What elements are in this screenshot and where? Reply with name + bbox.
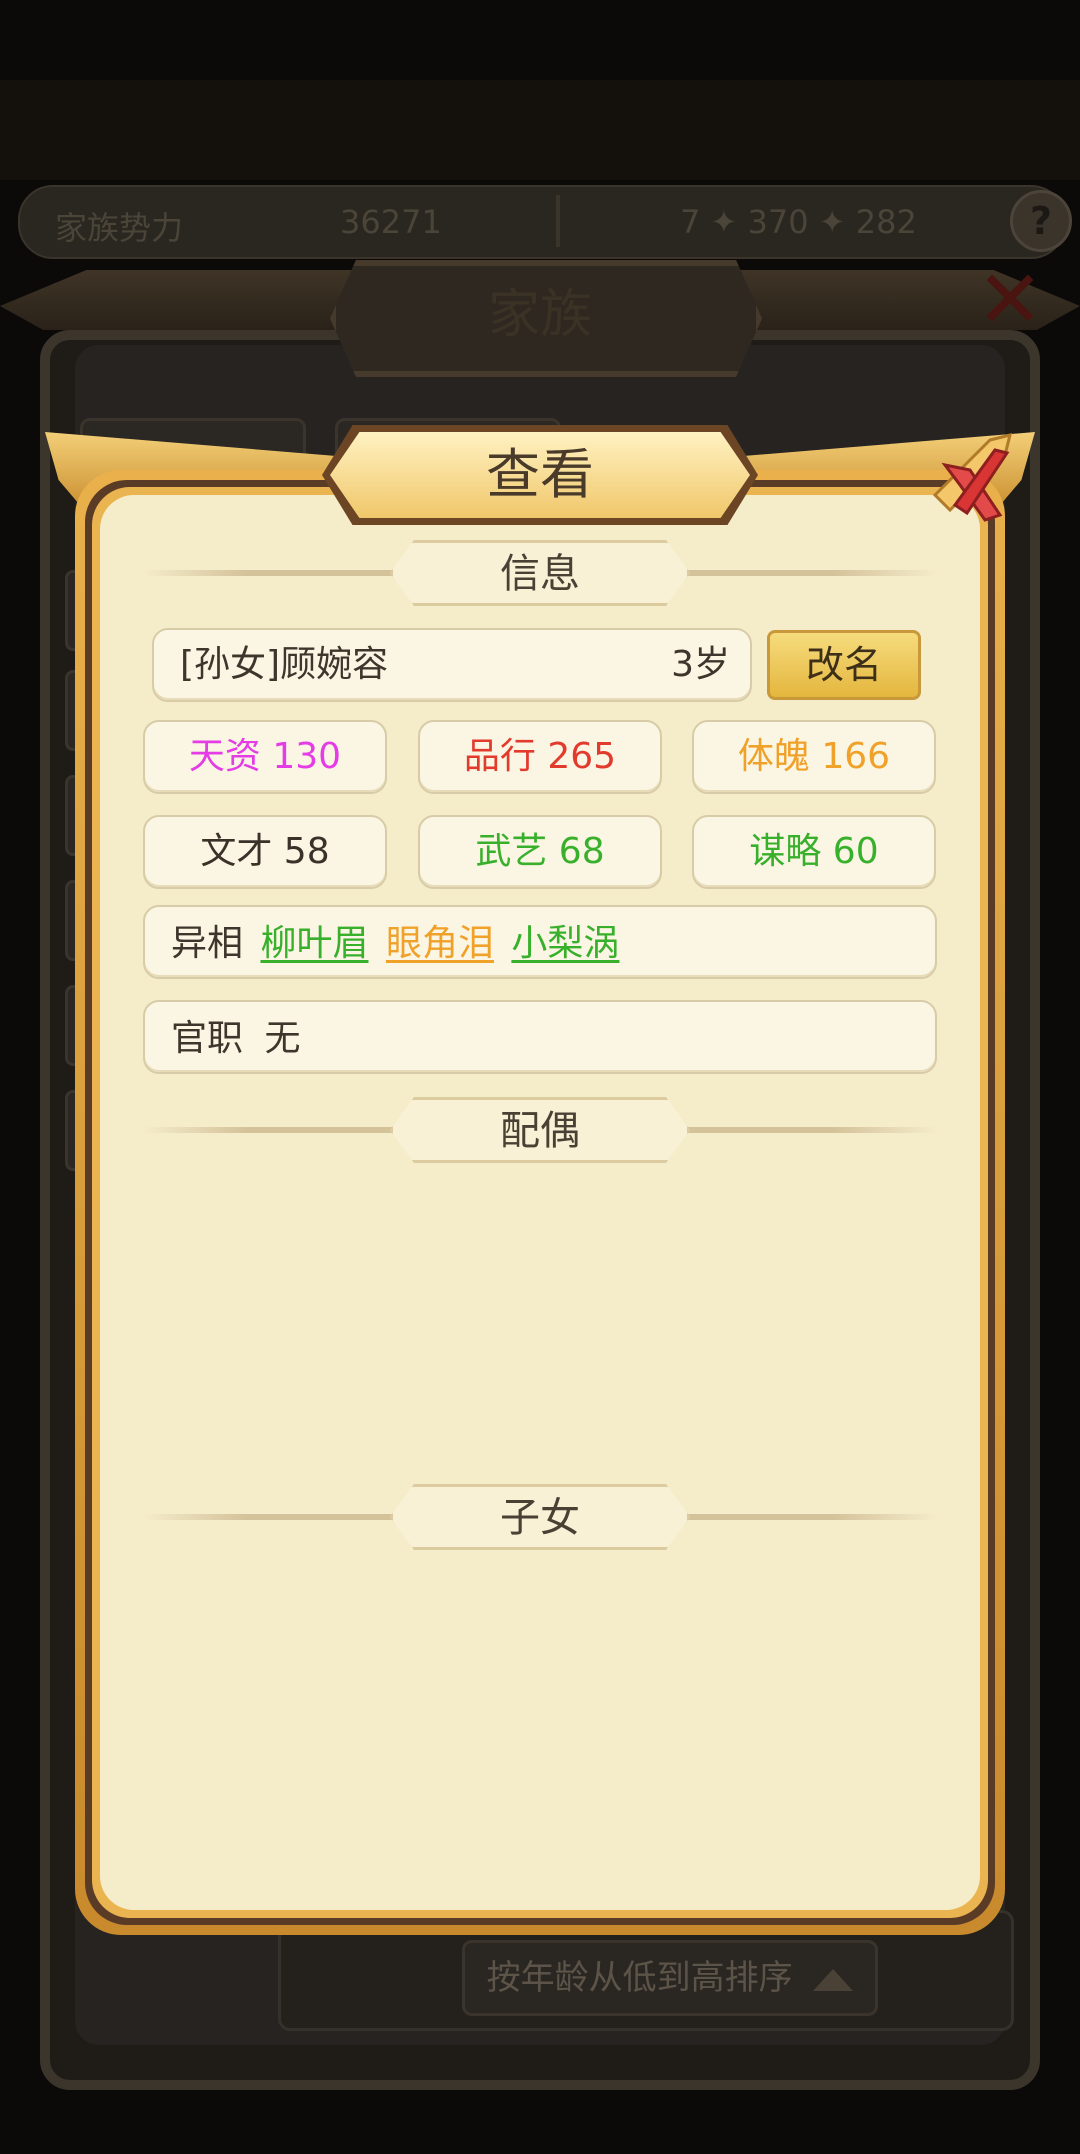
section-divider: [677, 570, 937, 576]
section-divider: [143, 570, 403, 576]
member-name: [孙女]顾婉容: [180, 644, 389, 685]
help-icon[interactable]: ?: [1010, 190, 1072, 252]
stat-aptitude: 天资 130: [143, 720, 387, 794]
dialog-body: [100, 495, 980, 1910]
section-divider: [677, 1127, 937, 1133]
clan-power-label: 家族势力: [55, 209, 184, 247]
family-close-icon[interactable]: ✕: [965, 255, 1055, 345]
traits-row: 异相 柳叶眉 眼角泪 小梨涡: [171, 907, 619, 981]
resource-counts: 7 ✦ 370 ✦ 282: [680, 203, 917, 241]
resource-divider: [556, 195, 560, 247]
rename-button[interactable]: 改名: [767, 630, 921, 700]
section-header-info: 信息: [390, 540, 690, 606]
stat-martial: 武艺 68: [418, 815, 662, 889]
close-icon[interactable]: [915, 425, 1025, 535]
member-age: 3岁: [671, 644, 730, 685]
stat-literary: 文才 58: [143, 815, 387, 889]
clan-power-value: 36271: [340, 203, 442, 241]
sort-button-label: 按年龄从低到高排序: [486, 1958, 793, 1998]
section-divider: [143, 1514, 403, 1520]
trait-link[interactable]: 眼角泪: [386, 923, 494, 964]
section-divider: [677, 1514, 937, 1520]
stat-strategy: 谋略 60: [692, 815, 936, 889]
stat-physique: 体魄 166: [692, 720, 936, 794]
dialog-title: 查看: [486, 443, 594, 506]
section-divider: [143, 1127, 403, 1133]
traits-card: 异相 柳叶眉 眼角泪 小梨涡: [143, 905, 937, 979]
office-label: 官职: [171, 1018, 244, 1059]
office-row: 官职 无: [171, 1002, 300, 1076]
traits-label: 异相: [171, 923, 244, 964]
office-card: 官职 无: [143, 1000, 937, 1074]
sort-button[interactable]: 按年龄从低到高排序: [462, 1940, 878, 2016]
triangle-up-icon: [813, 1968, 854, 1991]
stat-conduct: 品行 265: [418, 720, 662, 794]
top-bar: [0, 80, 1080, 180]
trait-link[interactable]: 小梨涡: [511, 923, 619, 964]
section-header-spouse: 配偶: [390, 1097, 690, 1163]
family-panel-title: 家族: [487, 285, 592, 345]
trait-link[interactable]: 柳叶眉: [260, 923, 368, 964]
office-value: 无: [264, 1018, 301, 1059]
section-header-children: 子女: [390, 1484, 690, 1550]
